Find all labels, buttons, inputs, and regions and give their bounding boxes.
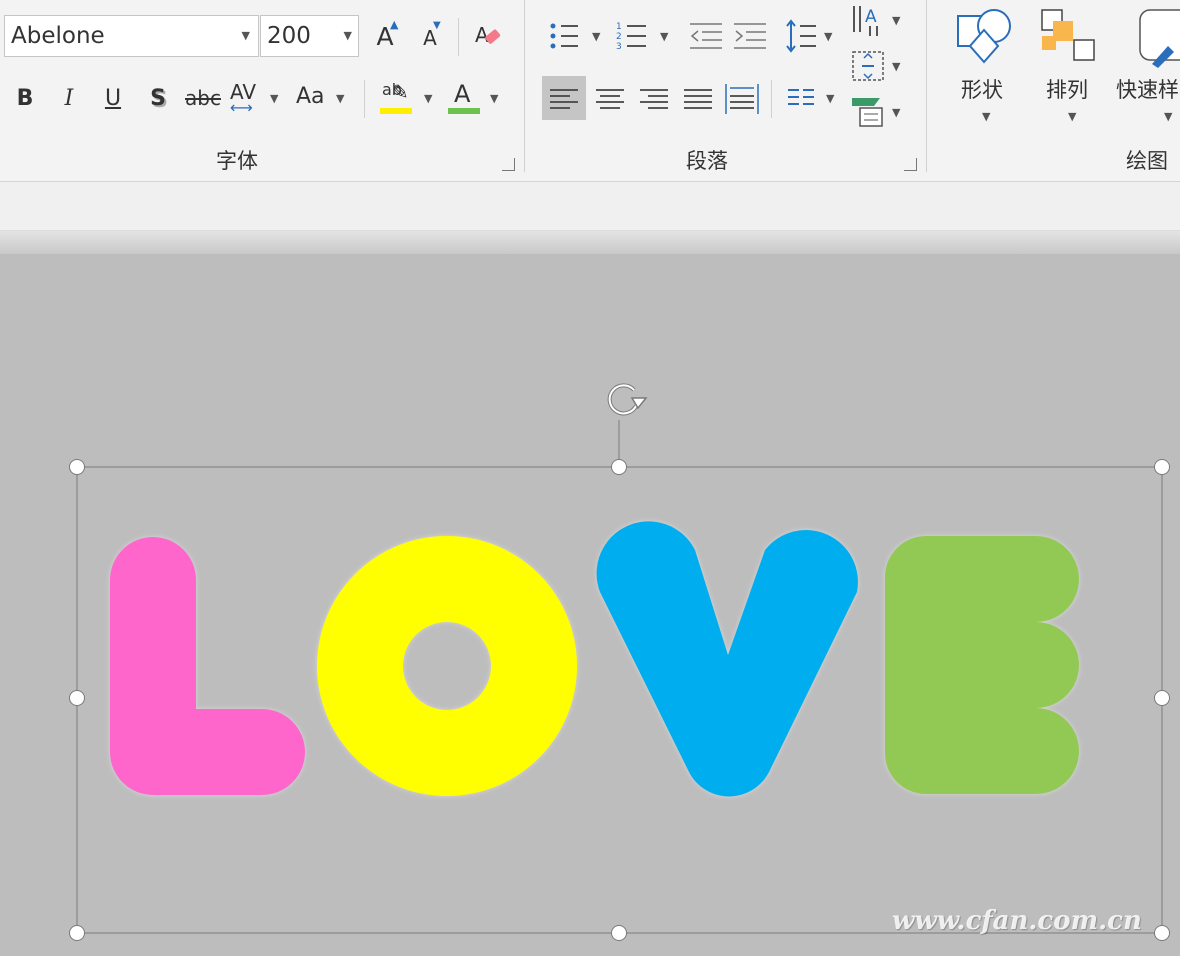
resize-handle-top[interactable] <box>611 459 627 475</box>
love-wordart[interactable] <box>0 0 1180 956</box>
letter-e <box>885 536 1079 794</box>
letter-v <box>596 521 858 797</box>
letter-l <box>110 537 305 795</box>
resize-handle-left[interactable] <box>69 690 85 706</box>
resize-handle-bottom-right[interactable] <box>1154 925 1170 941</box>
rotate-handle-icon[interactable] <box>598 378 652 422</box>
watermark: www.cfan.com.cn <box>892 906 1142 936</box>
letter-o <box>317 536 578 797</box>
resize-handle-bottom[interactable] <box>611 925 627 941</box>
resize-handle-top-left[interactable] <box>69 459 85 475</box>
resize-handle-right[interactable] <box>1154 690 1170 706</box>
resize-handle-bottom-left[interactable] <box>69 925 85 941</box>
resize-handle-top-right[interactable] <box>1154 459 1170 475</box>
